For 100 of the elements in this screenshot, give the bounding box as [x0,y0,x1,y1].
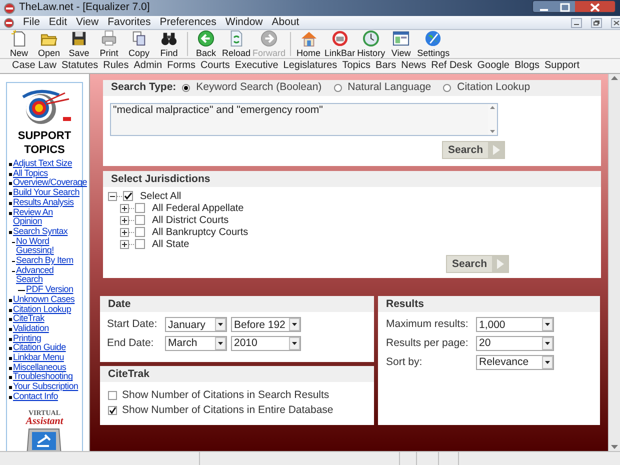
menu-item[interactable]: Preferences [160,17,216,28]
menu-item[interactable]: File [23,17,40,28]
restore-icon[interactable] [591,18,602,28]
checkbox[interactable] [135,215,145,225]
checkbox[interactable] [135,203,145,213]
search-button[interactable]: Search [442,141,506,159]
menu-item[interactable]: Edit [48,17,68,28]
expand-icon[interactable] [120,240,134,248]
expand-icon[interactable] [120,216,134,224]
linkbar-link[interactable]: Bars [376,61,396,71]
panel-title: Select Jurisdictions [103,171,601,187]
month-dropdown[interactable]: January [165,317,227,332]
toolbar-button[interactable]: Settings [416,30,451,58]
linkbar-link[interactable]: Blogs [514,61,540,71]
dropdown[interactable]: Relevance [476,354,554,370]
toolbar-button[interactable]: Open [34,30,64,58]
tree-item-label[interactable]: All State [152,236,190,252]
topic-link[interactable]: Citation Lookup [13,304,72,314]
year-dropdown[interactable]: 2010 [231,336,301,352]
toolbar-button[interactable]: View [386,30,416,58]
toolbar-button[interactable]: Reload [221,30,252,58]
linkbar-link[interactable]: Case Law [12,61,56,71]
topic-link[interactable]: Overview/Coverage [13,178,87,188]
checkbox[interactable] [123,191,133,201]
toolbar-button[interactable]: Print [94,30,124,58]
topic-link[interactable]: Build Your Search [13,188,80,198]
search-button[interactable]: Search [446,255,510,273]
toolbar-button[interactable]: Save [64,30,94,58]
minimize-icon[interactable] [533,1,555,12]
menu-item[interactable]: Favorites [108,17,151,28]
radio-button[interactable] [443,84,452,92]
linkbar-link[interactable]: Forms [167,61,196,71]
topic-link[interactable]: Miscellaneous [13,362,66,372]
topic-link[interactable]: Advanced Search [16,266,80,286]
toolbar-button[interactable]: Copy [124,30,154,58]
topic-link[interactable]: Validation [13,324,49,334]
scroll-up-icon[interactable] [490,106,495,109]
linkbar-link[interactable]: Topics [342,61,371,71]
topic-link[interactable]: Results Analysis [13,198,74,208]
month-dropdown[interactable]: March [165,336,227,352]
topic-link[interactable]: Review An Opinion [13,208,80,227]
expand-icon[interactable] [120,228,134,236]
toolbar-button[interactable]: New [4,30,34,58]
topic-link[interactable]: Search Syntax [13,226,68,237]
close-icon[interactable] [575,1,615,12]
linkbar-link[interactable]: News [401,61,426,71]
scroll-down-icon[interactable] [490,130,495,133]
scroll-up-icon[interactable] [611,76,618,80]
checkbox[interactable] [108,391,117,400]
maximize-icon[interactable] [555,1,575,12]
close-icon[interactable] [611,18,620,28]
topic-link[interactable]: Printing [13,334,42,344]
linkbar-link[interactable]: Courts [200,61,230,71]
topic-link[interactable]: Unknown Cases [13,294,75,305]
toolbar-button[interactable]: History [356,30,386,58]
query-field[interactable]: "medical malpractice" and "emergency room" [110,103,498,136]
linkbar-link[interactable]: Ref Desk [431,61,472,71]
minimize-icon[interactable] [571,18,582,28]
topic-link[interactable]: All Topics [13,168,48,178]
tree-item-label[interactable]: Select All [140,188,182,204]
linkbar-link[interactable]: Admin [134,61,162,71]
tree-item-label[interactable]: All Bankruptcy Courts [152,224,248,240]
menu-item[interactable]: About [272,17,300,28]
year-dropdown[interactable]: Before 192 [231,317,301,332]
toolbar-button[interactable]: Find [154,30,184,58]
topic-link[interactable]: Linkbar Menu [13,353,64,363]
topic-link[interactable]: Contact Info [13,392,58,402]
checkbox[interactable] [108,406,117,415]
linkbar-link[interactable]: Statutes [61,61,98,71]
linkbar-link[interactable]: Legislatures [283,61,338,71]
vertical-scrollbar[interactable] [608,74,620,451]
topic-link[interactable]: Your Subscription [13,382,78,392]
dropdown[interactable]: 1,000 [476,317,554,332]
linkbar-link[interactable]: Rules [103,61,129,71]
topic-link[interactable]: Citation Guide [13,343,66,354]
menu-item[interactable]: View [76,17,99,28]
toolbar-button[interactable]: LinkBar [324,30,356,58]
dropdown[interactable]: 20 [476,336,554,352]
linkbar-link[interactable]: Support [544,61,580,71]
menu-item[interactable]: Window [225,17,263,28]
radio-button[interactable] [334,84,342,92]
toolbar-button[interactable]: Home [294,30,324,58]
topic-link[interactable]: Search By Item [16,256,74,266]
topic-link[interactable]: PDF Version [26,285,74,295]
tree-item-label[interactable]: All Federal Appellate [152,200,244,216]
topic-link[interactable]: No Word Guessing! [16,236,80,256]
linkbar-link[interactable]: Google [477,61,510,71]
tree-item-label[interactable]: All District Courts [152,212,229,228]
linkbar-link[interactable]: Executive [234,61,278,71]
app-icon [4,18,14,28]
radio-button[interactable] [182,84,190,92]
topic-link[interactable]: Troubleshooting [13,372,73,382]
collapse-icon[interactable] [108,192,122,200]
expand-icon[interactable] [120,204,134,212]
topic-link[interactable]: Adjust Text Size [13,159,72,169]
toolbar-button[interactable]: Back [191,30,221,58]
topic-link[interactable]: CiteTrak [13,314,44,324]
checkbox[interactable] [135,239,145,249]
checkbox[interactable] [135,227,145,237]
scroll-down-icon[interactable] [611,445,618,449]
